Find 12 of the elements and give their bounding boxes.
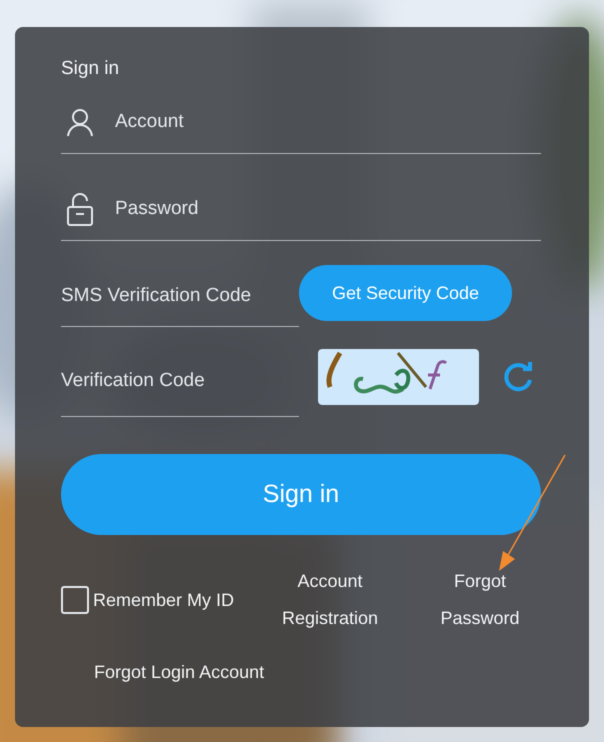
remember-checkbox[interactable] — [61, 586, 89, 614]
forgot-password-link[interactable]: Forgot Password — [425, 563, 535, 637]
remember-label: Remember My ID — [93, 588, 234, 612]
sms-code-field[interactable]: SMS Verification Code — [61, 282, 299, 311]
user-icon — [65, 107, 95, 137]
verification-code-field[interactable]: Verification Code — [61, 367, 299, 396]
registration-link[interactable]: Account Registration — [275, 563, 385, 637]
panel-title: Sign in — [61, 57, 120, 81]
password-field[interactable]: Password — [115, 194, 541, 224]
forgot-account-link[interactable]: Forgot Login Account — [94, 659, 264, 686]
lock-icon — [65, 192, 95, 226]
account-field[interactable]: Account — [115, 108, 541, 136]
